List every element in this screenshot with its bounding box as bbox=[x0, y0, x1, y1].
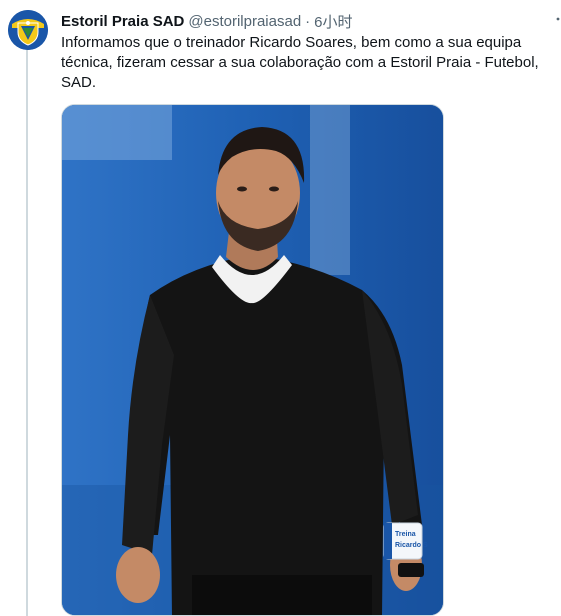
tweet-header: Estoril Praia SAD @estorilpraiasad · 6小时 bbox=[61, 11, 353, 31]
tweet-photo[interactable]: Treina Ricardo S bbox=[61, 104, 444, 616]
thread-line bbox=[26, 50, 28, 616]
tweet-text: Informamos que o treinador Ricardo Soare… bbox=[61, 34, 539, 91]
coach-photo-image: Treina Ricardo S bbox=[62, 105, 443, 615]
avatar[interactable] bbox=[8, 10, 48, 50]
separator-dot: · bbox=[305, 12, 311, 30]
more-vertical-icon bbox=[556, 17, 560, 21]
timestamp[interactable]: 6小时 bbox=[314, 11, 352, 32]
user-handle[interactable]: @estorilpraiasad bbox=[188, 13, 301, 30]
armband-text-2: Ricardo S bbox=[395, 542, 428, 549]
more-options-button[interactable] bbox=[548, 8, 561, 30]
club-crest-icon bbox=[8, 10, 48, 50]
armband-text-1: Treina bbox=[395, 531, 416, 538]
tweet[interactable]: Estoril Praia SAD @estorilpraiasad · 6小时… bbox=[0, 0, 561, 616]
display-name[interactable]: Estoril Praia SAD bbox=[61, 13, 184, 30]
